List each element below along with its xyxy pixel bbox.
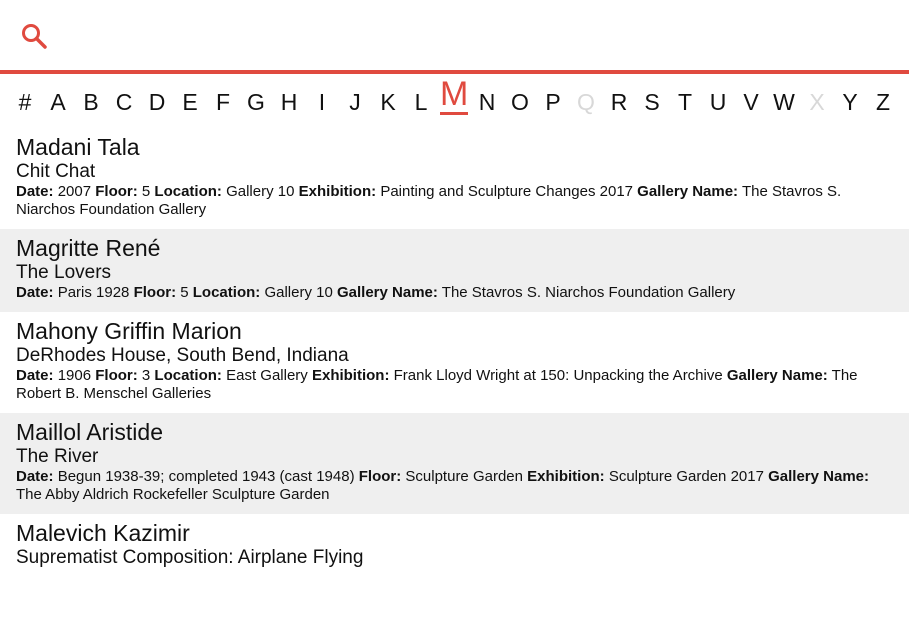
letter-y[interactable]: Y [838,88,862,116]
search-icon[interactable] [20,22,48,50]
detail-label: Floor: [95,367,138,384]
detail-label: Date: [16,183,54,200]
letter-a[interactable]: A [46,88,70,116]
list-item[interactable]: Malevich Kazimir Suprematist Composition:… [0,514,909,579]
artwork-title: Suprematist Composition: Airplane Flying [16,547,364,568]
alphabet-nav: # A B C D E F G H I J K L M N O P Q R S T U V W X Y Z [0,74,909,128]
letter-v[interactable]: V [739,88,763,116]
letter-o[interactable]: O [508,88,532,116]
letter-e[interactable]: E [178,88,202,116]
letter-b[interactable]: B [79,88,103,116]
detail-value: 5 [141,183,151,200]
letter-u[interactable]: U [706,88,730,116]
detail-value: Frank Lloyd Wright at 150: Unpacking the… [393,367,723,384]
detail-label: Floor: [133,284,177,301]
detail-value: Paris 1928 [57,284,130,301]
letter-c[interactable]: C [112,88,136,116]
artist-list: Madani Tala Chit Chat Date: 2007 Floor: 5 … [0,128,909,579]
detail-label: Date: [16,284,54,301]
detail-value: 3 [141,367,151,384]
list-item[interactable]: Maillol Aristide The River Date: Begun 193… [0,413,909,514]
artist-name[interactable]: Magritte René [16,234,893,262]
detail-label: Floor: [358,468,402,485]
detail-value: The Abby Aldrich Rockefeller Sculpture G… [16,486,330,503]
detail-value: Begun 1938-39; completed 1943 (cast 1948… [57,468,355,485]
artist-name[interactable]: Madani Tala [16,133,893,161]
detail-label: Location: [192,284,261,301]
artwork-title: Chit Chat [16,161,96,182]
artist-name[interactable]: Mahony Griffin Marion [16,317,893,345]
letter-hash[interactable]: # [13,88,37,116]
detail-label: Gallery Name: [726,367,828,384]
letter-r[interactable]: R [607,88,631,116]
artwork-title: DeRhodes House, South Bend, Indiana [16,345,349,366]
detail-value: East Gallery [226,367,308,384]
letter-s[interactable]: S [640,88,664,116]
letter-z[interactable]: Z [871,88,895,116]
letter-g[interactable]: G [244,88,268,116]
detail-value: 1906 [57,367,92,384]
letter-x: X [809,89,825,115]
detail-value: Sculpture Garden 2017 [608,468,764,485]
detail-value: 5 [180,284,189,301]
detail-value: Painting and Sculpture Changes 2017 [380,183,633,200]
artwork-details: Date: Paris 1928 Floor: 5 Location: Gall… [16,284,893,302]
detail-label: Date: [16,367,54,384]
letter-n[interactable]: N [475,88,499,116]
letter-h[interactable]: H [277,88,301,116]
detail-label: Location: [154,183,222,200]
detail-value: Sculpture Garden [405,468,523,485]
detail-label: Gallery Name: [637,183,739,200]
detail-value: Gallery 10 [264,284,333,301]
letter-m[interactable]: M [440,76,468,115]
detail-label: Exhibition: [298,183,377,200]
detail-label: Gallery Name: [336,284,438,301]
letter-k[interactable]: K [376,88,400,116]
detail-value: Gallery 10 [226,183,295,200]
detail-label: Exhibition: [527,468,605,485]
letter-q: Q [577,89,595,115]
artwork-details: Date: 1906 Floor: 3 Location: East Galle… [16,367,893,403]
detail-value: The Stavros S. Niarchos Foundation Galle… [441,284,736,301]
detail-label: Exhibition: [311,367,390,384]
artwork-details: Date: 2007 Floor: 5 Location: Gallery 10… [16,183,893,219]
artwork-details: Date: Begun 1938-39; completed 1943 (cas… [16,468,893,504]
detail-label: Floor: [95,183,138,200]
detail-label: Location: [154,367,222,384]
letter-l[interactable]: L [409,88,433,116]
search-input[interactable] [60,18,884,54]
artwork-title: The River [16,446,99,467]
artwork-title: The Lovers [16,262,112,283]
letter-w[interactable]: W [772,88,796,116]
letter-j[interactable]: J [343,88,367,116]
letter-f[interactable]: F [211,88,235,116]
detail-value: 2007 [57,183,92,200]
list-item[interactable]: Madani Tala Chit Chat Date: 2007 Floor: 5 … [0,128,909,229]
letter-d[interactable]: D [145,88,169,116]
search-bar [0,0,909,74]
list-item[interactable]: Mahony Griffin Marion DeRhodes House, Sou… [0,312,909,413]
letter-i[interactable]: I [310,88,334,116]
artist-name[interactable]: Maillol Aristide [16,418,893,446]
artist-name[interactable]: Malevich Kazimir [16,519,893,547]
detail-label: Date: [16,468,54,485]
letter-t[interactable]: T [673,88,697,116]
detail-label: Gallery Name: [768,468,869,485]
list-item[interactable]: Magritte René The Lovers Date: Paris 1928 … [0,229,909,312]
letter-p[interactable]: P [541,88,565,116]
